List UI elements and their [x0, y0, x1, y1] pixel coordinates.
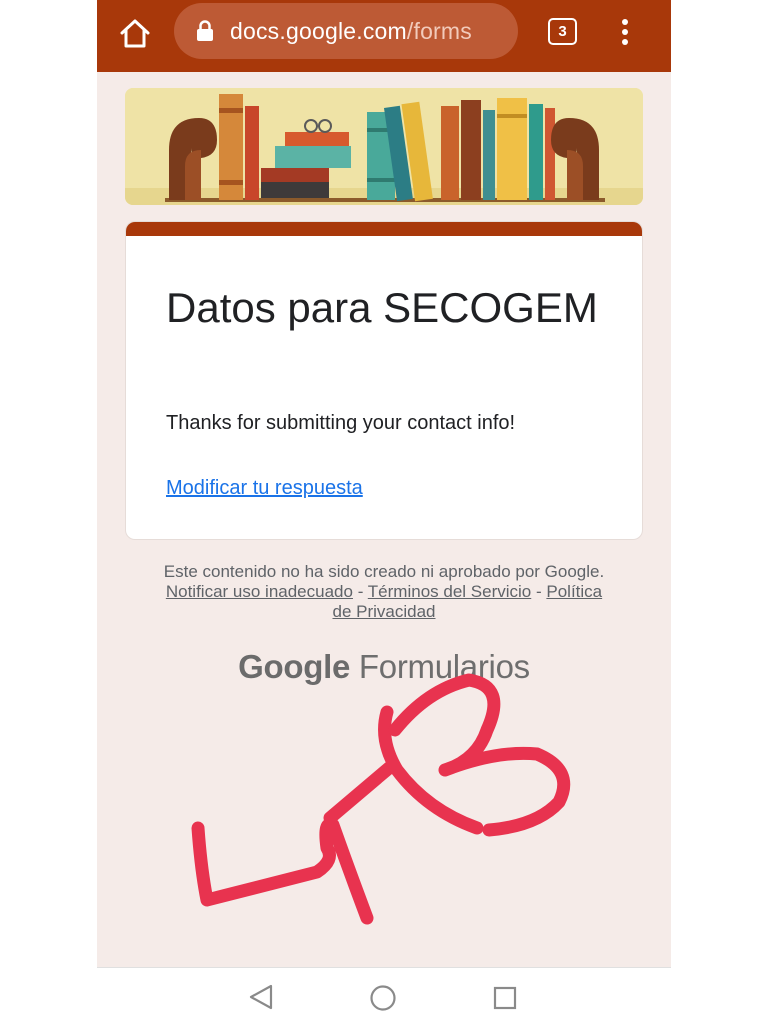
more-vert-icon[interactable]	[615, 16, 635, 48]
form-header-banner	[125, 88, 643, 205]
google-forms-logo[interactable]: Google Formularios	[97, 648, 671, 686]
url-path: /forms	[406, 17, 472, 44]
separator: -	[357, 582, 364, 601]
form-title: Datos para SECOGEM	[166, 284, 598, 331]
browser-toolbar: docs.google.com/forms 3	[97, 0, 671, 72]
edit-response-link[interactable]: Modificar tu respuesta	[166, 477, 363, 500]
address-bar[interactable]: docs.google.com/forms	[174, 3, 518, 59]
home-circle-icon[interactable]	[369, 984, 397, 1012]
phone-screen: docs.google.com/forms 3 Datos para SECOG…	[97, 0, 671, 1024]
brand-google: Google	[238, 648, 351, 685]
disclaimer-text: Este contenido no ha sido creado ni apro…	[163, 562, 605, 581]
confirmation-card: Datos para SECOGEM Thanks for submitting…	[126, 222, 642, 539]
tab-switcher-button[interactable]: 3	[548, 18, 577, 45]
recent-apps-square-icon[interactable]	[493, 986, 517, 1010]
confirmation-message: Thanks for submitting your contact info!	[166, 412, 516, 434]
separator: -	[535, 582, 542, 601]
back-triangle-icon[interactable]	[247, 982, 275, 1012]
report-abuse-link[interactable]: Notificar uso inadecuado	[166, 582, 353, 601]
url-domain: docs.google.com	[230, 17, 407, 44]
bookshelf-illustration	[125, 88, 643, 205]
disclaimer: Este contenido no ha sido creado ni apro…	[157, 562, 611, 622]
terms-link[interactable]: Términos del Servicio	[368, 582, 531, 601]
system-navigation-bar	[97, 967, 671, 1024]
home-icon[interactable]	[117, 16, 153, 52]
brand-product: Formularios	[358, 648, 530, 685]
card-accent-bar	[126, 222, 642, 236]
lock-icon	[197, 20, 213, 41]
url-text: docs.google.com/forms	[230, 18, 472, 45]
